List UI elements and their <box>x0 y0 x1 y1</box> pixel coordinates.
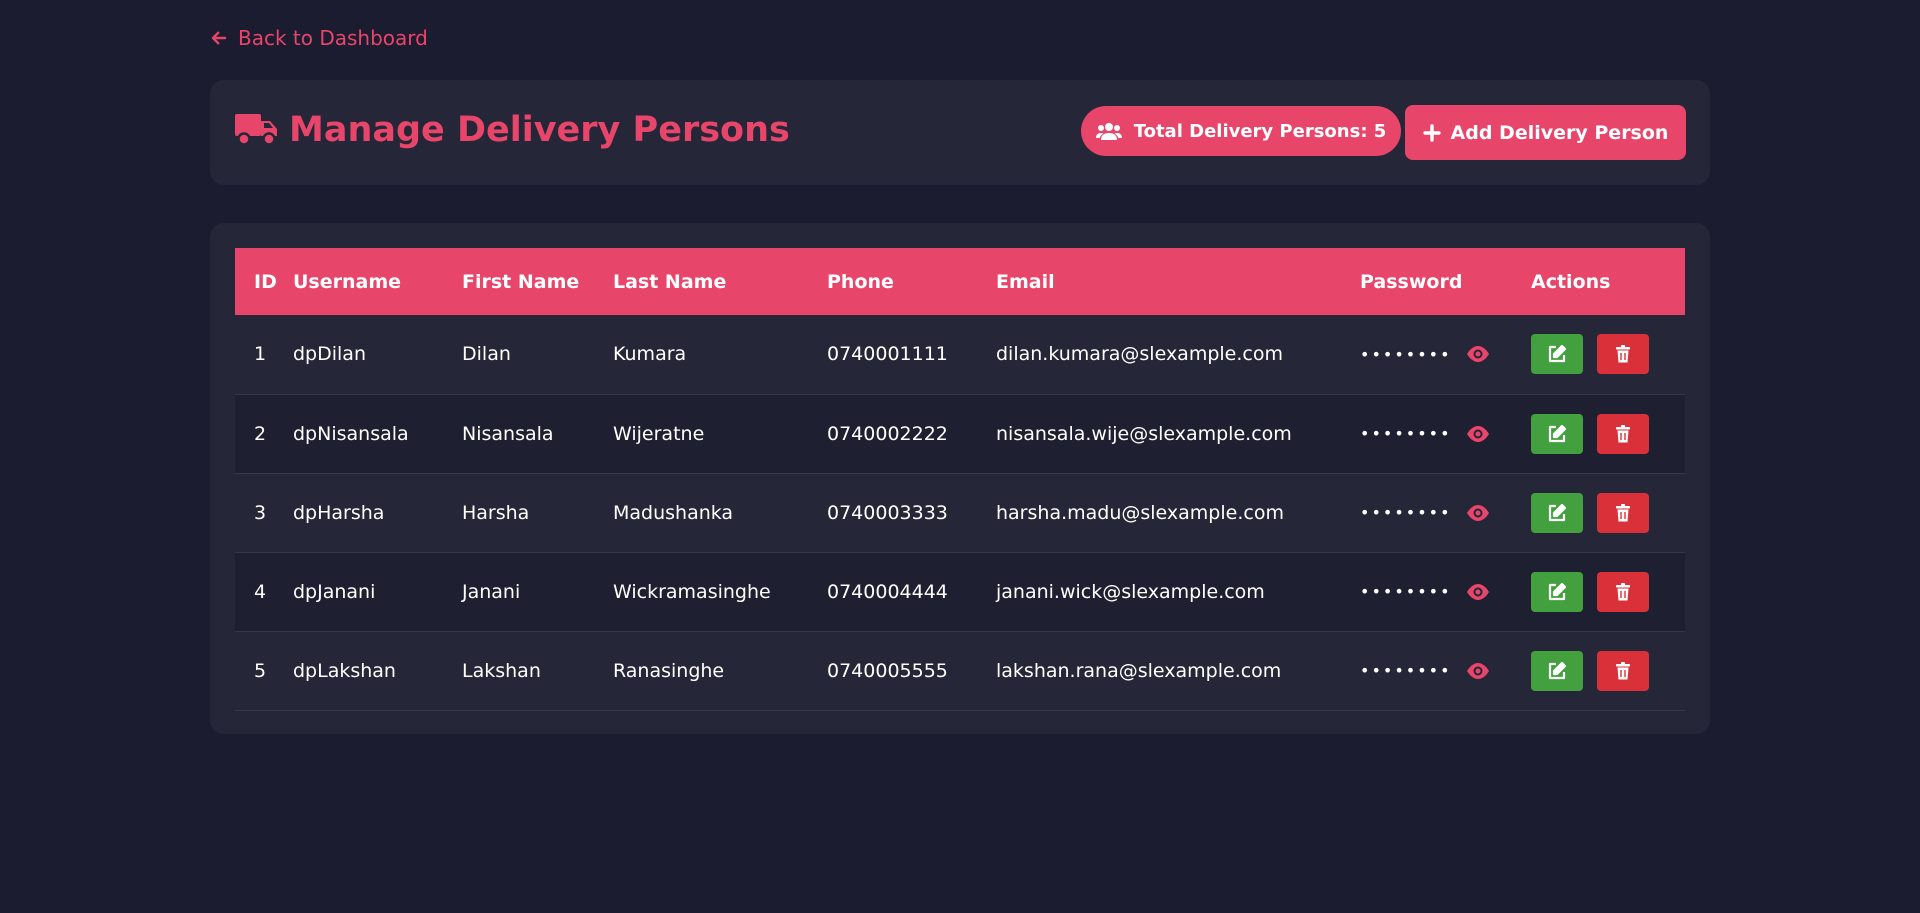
cell-phone: 0740001111 <box>827 343 948 366</box>
cell-password: •••••••• <box>1360 473 1531 552</box>
cell-first-name: Lakshan <box>462 659 541 682</box>
column-header-password: Password <box>1360 270 1463 293</box>
cell-first-name: Harsha <box>462 501 530 524</box>
add-button-label: Add Delivery Person <box>1450 121 1669 144</box>
delete-button[interactable] <box>1597 650 1649 691</box>
cell-username: dpLakshan <box>293 659 396 682</box>
trash-icon <box>1616 345 1630 363</box>
eye-icon[interactable] <box>1466 425 1490 443</box>
table-row: 3 dpHarsha Harsha Madushanka 0740003333 … <box>235 473 1685 552</box>
column-header-last-name: Last Name <box>613 270 727 293</box>
total-count-badge: Total Delivery Persons: 5 <box>1081 106 1401 156</box>
trash-icon <box>1616 661 1630 679</box>
cell-username: dpDilan <box>293 343 366 366</box>
truck-icon <box>235 114 277 146</box>
cell-email: janani.wick@slexample.com <box>996 580 1265 603</box>
cell-id: 2 <box>254 422 267 445</box>
cell-actions <box>1531 473 1685 552</box>
cell-last-name: Kumara <box>613 343 687 366</box>
cell-actions <box>1531 631 1685 710</box>
cell-phone: 0740005555 <box>827 659 948 682</box>
cell-last-name: Wijeratne <box>613 422 705 445</box>
trash-icon <box>1616 503 1630 521</box>
trash-icon <box>1616 582 1630 600</box>
column-header-phone: Phone <box>827 270 894 293</box>
eye-icon[interactable] <box>1466 345 1490 363</box>
edit-icon <box>1548 345 1567 363</box>
password-mask: •••••••• <box>1360 344 1452 364</box>
total-count-text: Total Delivery Persons: 5 <box>1133 120 1387 142</box>
cell-password: •••••••• <box>1360 394 1531 473</box>
eye-icon[interactable] <box>1466 583 1490 601</box>
cell-last-name: Ranasinghe <box>613 659 725 682</box>
cell-password: •••••••• <box>1360 631 1531 710</box>
cell-username: dpNisansala <box>293 422 409 445</box>
cell-first-name: Nisansala <box>462 422 554 445</box>
page-title: Manage Delivery Persons <box>235 110 790 150</box>
eye-icon[interactable] <box>1466 662 1490 680</box>
password-mask: •••••••• <box>1360 582 1452 601</box>
cell-first-name: Dilan <box>462 343 511 366</box>
table-card: ID Username First Name Last Name Phone E… <box>210 223 1710 734</box>
cell-id: 4 <box>254 580 267 603</box>
plus-icon <box>1422 123 1441 142</box>
eye-icon[interactable] <box>1466 504 1490 522</box>
cell-id: 5 <box>254 659 267 682</box>
delete-button[interactable] <box>1597 571 1649 612</box>
edit-icon <box>1548 582 1567 600</box>
table-row: 1 dpDilan Dilan Kumara 0740001111 dilan.… <box>235 315 1685 394</box>
edit-icon <box>1548 661 1567 679</box>
cell-phone: 0740002222 <box>827 422 948 445</box>
cell-id: 1 <box>254 343 267 366</box>
table-row: 2 dpNisansala Nisansala Wijeratne 074000… <box>235 394 1685 473</box>
arrow-left-icon <box>211 31 227 45</box>
cell-phone: 0740003333 <box>827 501 948 524</box>
cell-id: 3 <box>254 501 267 524</box>
password-mask: •••••••• <box>1360 503 1452 522</box>
edit-icon <box>1548 503 1567 521</box>
column-header-id: ID <box>254 270 277 293</box>
column-header-email: Email <box>996 270 1055 293</box>
edit-button[interactable] <box>1531 571 1583 612</box>
cell-email: dilan.kumara@slexample.com <box>996 343 1283 366</box>
add-delivery-person-button[interactable]: Add Delivery Person <box>1405 105 1686 160</box>
password-mask: •••••••• <box>1360 661 1452 680</box>
column-header-username: Username <box>293 270 402 293</box>
delete-button[interactable] <box>1597 334 1649 375</box>
cell-email: lakshan.rana@slexample.com <box>996 659 1282 682</box>
cell-username: dpHarsha <box>293 501 385 524</box>
password-mask: •••••••• <box>1360 424 1452 443</box>
edit-button[interactable] <box>1531 492 1583 533</box>
back-link-label: Back to Dashboard <box>238 26 428 50</box>
column-header-actions: Actions <box>1531 270 1611 293</box>
edit-icon <box>1548 424 1567 442</box>
delete-button[interactable] <box>1597 492 1649 533</box>
cell-actions <box>1531 394 1685 473</box>
table-row: 4 dpJanani Janani Wickramasinghe 0740004… <box>235 552 1685 631</box>
cell-password: •••••••• <box>1360 315 1531 394</box>
cell-email: nisansala.wije@slexample.com <box>996 422 1292 445</box>
delivery-persons-table: ID Username First Name Last Name Phone E… <box>235 248 1685 711</box>
users-icon <box>1095 123 1122 140</box>
cell-password: •••••••• <box>1360 552 1531 631</box>
column-header-first-name: First Name <box>462 270 580 293</box>
table-row: 5 dpLakshan Lakshan Ranasinghe 074000555… <box>235 631 1685 710</box>
header-card: Manage Delivery Persons Total Delivery P… <box>210 80 1710 185</box>
delete-button[interactable] <box>1597 413 1649 454</box>
trash-icon <box>1616 424 1630 442</box>
cell-username: dpJanani <box>293 580 376 603</box>
cell-first-name: Janani <box>462 580 521 603</box>
edit-button[interactable] <box>1531 334 1583 375</box>
back-to-dashboard-link[interactable]: Back to Dashboard <box>210 26 428 50</box>
cell-last-name: Madushanka <box>613 501 734 524</box>
cell-actions <box>1531 552 1685 631</box>
edit-button[interactable] <box>1531 413 1583 454</box>
cell-phone: 0740004444 <box>827 580 948 603</box>
table-header-row: ID Username First Name Last Name Phone E… <box>235 248 1685 315</box>
edit-button[interactable] <box>1531 650 1583 691</box>
page-title-text: Manage Delivery Persons <box>289 110 790 150</box>
cell-email: harsha.madu@slexample.com <box>996 501 1284 524</box>
cell-last-name: Wickramasinghe <box>613 580 771 603</box>
cell-actions <box>1531 315 1685 394</box>
